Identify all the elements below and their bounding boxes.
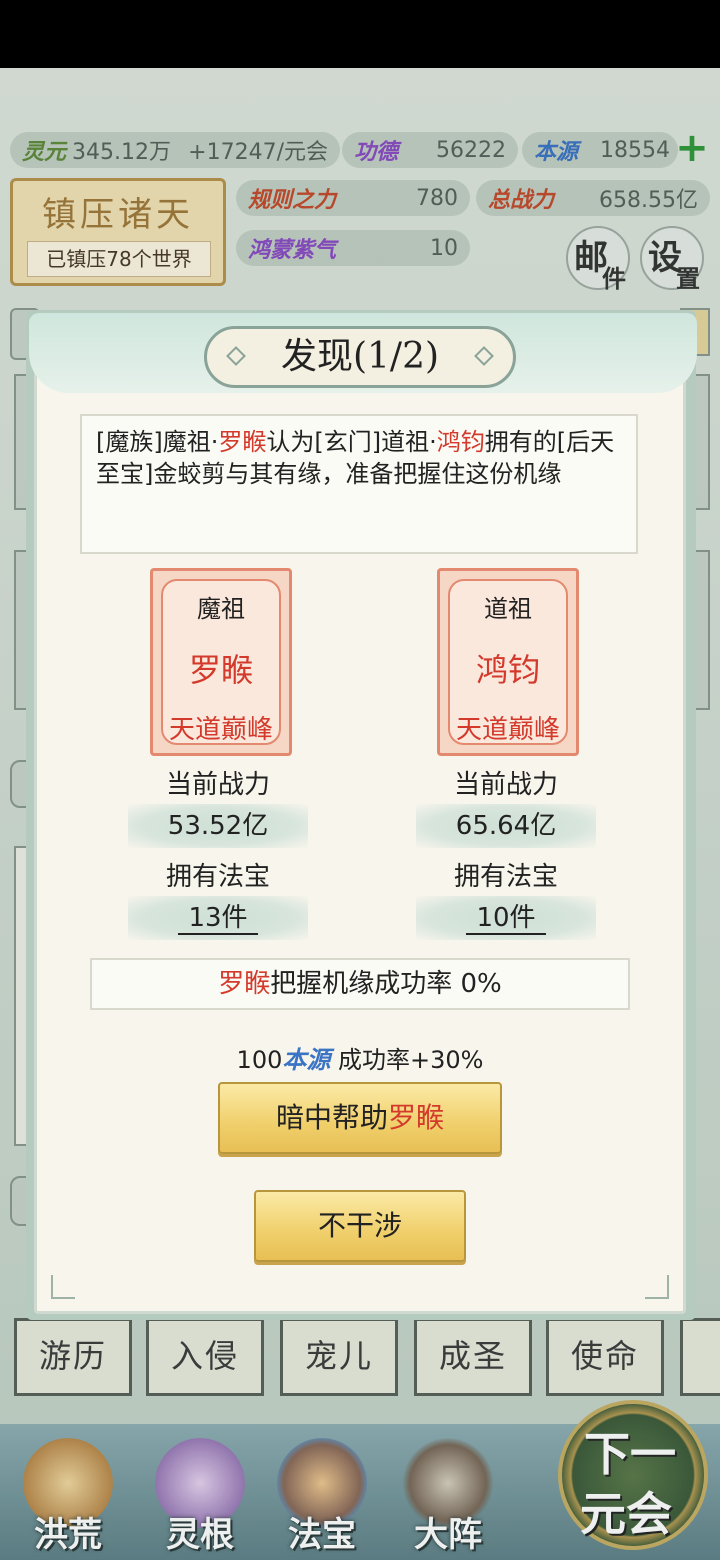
tab-youli[interactable]: 游历 (14, 1318, 132, 1396)
tab-shiming[interactable]: 使命 (546, 1318, 664, 1396)
nav-honghuang[interactable]: 洪荒 (8, 1438, 128, 1558)
desc-part: [魔族]魔祖· (96, 428, 219, 456)
left-treasure-label: 拥有法宝 (165, 862, 270, 892)
corner-ornament (645, 1275, 669, 1299)
settings-label-small: 置 (676, 264, 700, 293)
guize-resource: 规则之力 780 (236, 180, 470, 216)
dialog-title: 发现(1/2) (280, 336, 440, 377)
card-level: 天道巅峰 (455, 715, 560, 745)
benyuan-value: 18554 (600, 137, 670, 163)
gongde-resource: 功德 56222 (342, 132, 518, 168)
left-treasure-link[interactable]: 13件 (128, 896, 308, 940)
nav-fabao[interactable]: 法宝 (262, 1438, 382, 1558)
cost-amount: 100 (236, 1046, 283, 1074)
mail-label-small: 件 (602, 264, 626, 293)
right-power-value: 65.64亿 (416, 804, 596, 848)
gongde-label: 功德 (354, 139, 399, 165)
guize-value: 780 (416, 185, 458, 211)
right-treasure-value: 10件 (466, 903, 546, 935)
tab-ruqin[interactable]: 入侵 (146, 1318, 264, 1396)
card-level: 天道巅峰 (168, 715, 273, 745)
realm-panel[interactable]: 镇压诸天 已镇压78个世界 (10, 178, 226, 286)
nav-honghuang-label: 洪荒 (34, 1515, 102, 1555)
character-card-right[interactable]: 道祖 鸿钧 天道巅峰 (437, 568, 579, 756)
guize-label: 规则之力 (248, 187, 337, 213)
character-card-left[interactable]: 魔祖 罗睺 天道巅峰 (150, 568, 292, 756)
success-rate-name: 罗睺 (218, 969, 271, 999)
realm-title: 镇压诸天 (42, 195, 194, 235)
benyuan-label: 本源 (534, 139, 579, 165)
desc-name-luohou: 罗睺 (218, 428, 267, 456)
success-rate-text: 把握机缘成功率 0% (270, 969, 502, 999)
card-name: 鸿钧 (475, 651, 540, 689)
zongzhanli-value: 658.55亿 (599, 188, 698, 213)
cost-effect: 成功率+30% (330, 1046, 484, 1074)
help-button-name: 罗睺 (388, 1101, 445, 1134)
next-line1: 下一 (584, 1427, 676, 1481)
desc-part: 认为[玄门]道祖· (266, 428, 437, 456)
corner-ornament (51, 1275, 75, 1299)
hongmeng-value: 10 (430, 235, 458, 261)
nav-linggen[interactable]: 灵根 (140, 1438, 260, 1558)
card-rank: 魔祖 (197, 595, 245, 623)
zongzhanli-label: 总战力 (488, 187, 555, 213)
nav-fabao-label: 法宝 (288, 1515, 356, 1555)
left-power-label: 当前战力 (165, 770, 270, 800)
nav-dazhen-label: 大阵 (414, 1515, 482, 1555)
nav-linggen-label: 灵根 (166, 1515, 234, 1555)
benyuan-resource: 本源 18554 (522, 132, 678, 168)
gongde-value: 56222 (436, 137, 506, 163)
no-interfere-button[interactable]: 不干涉 (254, 1190, 466, 1262)
mail-button[interactable]: 邮 件 (566, 226, 630, 293)
cost-resource: 本源 (282, 1045, 331, 1074)
tab-chengsheng[interactable]: 成圣 (414, 1318, 532, 1396)
nav-dazhen[interactable]: 大阵 (388, 1438, 508, 1558)
left-power-value: 53.52亿 (128, 804, 308, 848)
right-treasure-link[interactable]: 10件 (416, 896, 596, 940)
lingyuan-value: 345.12万 (72, 140, 171, 165)
card-name: 罗睺 (188, 651, 253, 689)
lingyuan-rate: +17247/元会 (188, 140, 328, 165)
settings-button[interactable]: 设 置 (640, 226, 704, 293)
next-yuanhui-button[interactable]: 下一 元会 (558, 1400, 708, 1550)
success-rate-box: 罗睺把握机缘成功率 0% (90, 958, 630, 1010)
lingyuan-label: 灵元 (22, 139, 67, 165)
status-bar (0, 0, 720, 68)
dialog-title-plate: 发现(1/2) (204, 326, 516, 388)
desc-name-hongjun: 鸿钧 (436, 428, 485, 456)
help-cost-line: 100本源 成功率+30% (0, 1040, 720, 1075)
realm-subtitle: 已镇压78个世界 (27, 241, 211, 277)
zongzhanli-resource: 总战力 658.55亿 (476, 180, 710, 216)
right-treasure-label: 拥有法宝 (453, 862, 558, 892)
secret-help-button[interactable]: 暗中帮助罗睺 (218, 1082, 502, 1154)
tab-partial[interactable] (680, 1318, 720, 1396)
card-rank: 道祖 (484, 595, 532, 623)
left-treasure-value: 13件 (178, 903, 258, 935)
hongmeng-resource: 鸿蒙紫气 10 (236, 230, 470, 266)
tab-chonger[interactable]: 宠儿 (280, 1318, 398, 1396)
right-power-label: 当前战力 (453, 770, 558, 800)
help-button-prefix: 暗中帮助 (275, 1101, 388, 1134)
lingyuan-resource: 灵元 345.12万 +17247/元会 (10, 132, 340, 168)
plus-icon[interactable]: + (675, 128, 709, 168)
event-description: [魔族]魔祖·罗睺认为[玄门]道祖·鸿钧拥有的[后天至宝]金蛟剪与其有缘，准备把… (80, 414, 638, 554)
next-line2: 元会 (580, 1487, 672, 1541)
hongmeng-label: 鸿蒙紫气 (248, 237, 337, 263)
